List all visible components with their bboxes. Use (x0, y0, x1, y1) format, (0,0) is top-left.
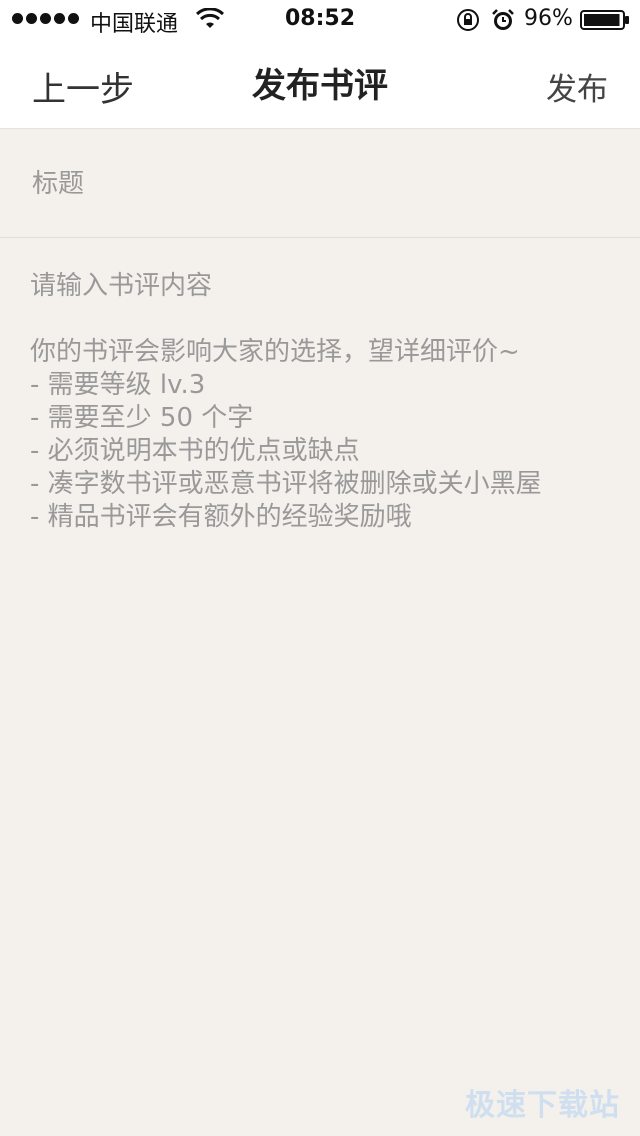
nav-bar: 上一步 发布书评 发布 (0, 40, 640, 129)
content-placeholder-line: 你的书评会影响大家的选择，望详细评价~ (30, 337, 520, 367)
content-placeholder-line: - 需要至少 50 个字 (30, 403, 254, 433)
content-placeholder-line: - 必须说明本书的优点或缺点 (30, 436, 360, 466)
title-field (0, 129, 640, 238)
title-input[interactable] (30, 159, 614, 209)
content-placeholder-line: - 精品书评会有额外的经验奖励哦 (30, 502, 412, 532)
content-placeholder: 请输入书评内容 你的书评会影响大家的选择，望详细评价~ - 需要等级 lv.3 … (30, 270, 620, 534)
rotation-lock-icon (457, 9, 479, 31)
battery-icon (580, 10, 629, 30)
publish-button[interactable]: 发布 (546, 64, 608, 109)
content-placeholder-line: - 凑字数书评或恶意书评将被删除或关小黑屋 (30, 469, 542, 499)
watermark: 极速下载站 (465, 1088, 620, 1123)
content-placeholder-line: 请输入书评内容 (30, 271, 213, 301)
content-placeholder-spacer (30, 303, 620, 336)
content-placeholder-line: - 需要等级 lv.3 (30, 370, 206, 400)
alarm-icon (492, 9, 514, 30)
content-textarea[interactable]: 请输入书评内容 你的书评会影响大家的选择，望详细评价~ - 需要等级 lv.3 … (0, 238, 640, 1078)
back-button[interactable]: 上一步 (32, 62, 134, 111)
status-bar: 中国联通 08:52 96% (0, 0, 640, 40)
battery-percent: 96% (524, 6, 573, 31)
